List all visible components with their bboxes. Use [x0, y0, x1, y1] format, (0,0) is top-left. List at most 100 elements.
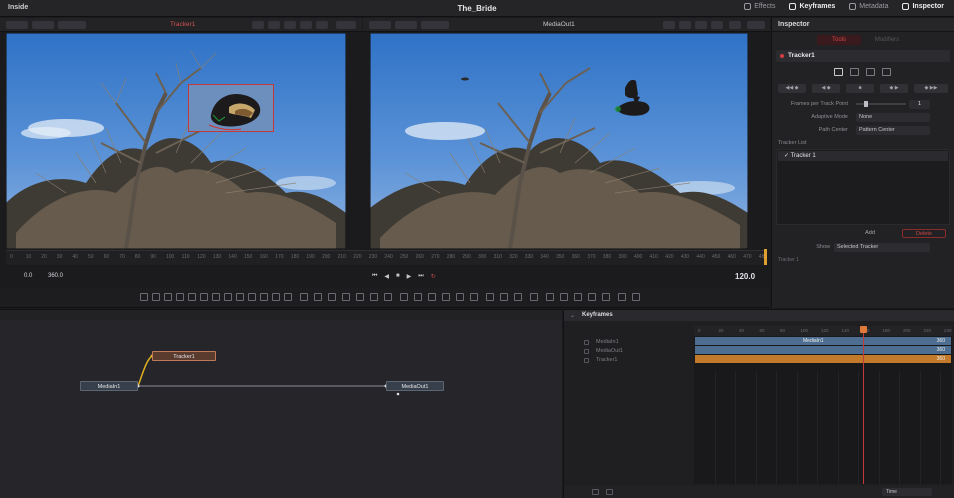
tool-icon[interactable] [470, 293, 478, 301]
tool-icon[interactable] [200, 293, 208, 301]
tool-icon[interactable] [370, 293, 378, 301]
keyframes-timeline[interactable]: 020406080100120140160180200220240 MediaI… [694, 326, 952, 484]
tool-icon[interactable] [500, 293, 508, 301]
tool-icon[interactable] [300, 293, 308, 301]
tool-icon[interactable] [212, 293, 220, 301]
fit-icon[interactable] [606, 489, 613, 495]
tool-icon[interactable] [414, 293, 422, 301]
node-media-out[interactable]: MediaOut1 [386, 381, 444, 391]
chevron-down-icon[interactable]: ⌄ [570, 312, 575, 319]
lut-select[interactable] [421, 21, 449, 29]
viewer-layout-button[interactable] [369, 21, 391, 29]
kf-track-media-in[interactable]: MediaIn1 [584, 338, 623, 347]
keyframes-toggle[interactable]: Keyframes [789, 3, 835, 10]
zoom-select[interactable] [395, 21, 417, 29]
timeline-ruler[interactable]: 0 10 20 30 40 50 60 70 80 90 100 110 120 130 140 150 160… [6, 250, 767, 265]
tool-icon[interactable] [486, 293, 494, 301]
node-tracker[interactable]: Tracker1 [152, 351, 216, 361]
tool-icon[interactable] [546, 293, 554, 301]
kf-bar-tracker[interactable]: 360 [695, 355, 951, 363]
tool-icon[interactable] [456, 293, 464, 301]
slider-handle[interactable] [864, 101, 868, 107]
frames-per-point-value[interactable]: 1 [909, 100, 930, 109]
timeline-playhead[interactable] [764, 249, 767, 265]
inspector-toggle[interactable]: Inspector [902, 3, 944, 10]
tool-icon[interactable] [514, 293, 522, 301]
track-forward-button[interactable]: ◆ ▶ [880, 84, 908, 93]
adaptive-mode-select[interactable]: None [856, 113, 930, 122]
view-option-button[interactable] [316, 21, 328, 29]
tool-icon[interactable] [260, 293, 268, 301]
play-button[interactable]: ▶ [407, 273, 412, 280]
kf-track-tracker[interactable]: Tracker1 [584, 356, 623, 365]
loop-button[interactable]: ↻ [431, 273, 436, 280]
operation-icon[interactable] [850, 68, 859, 76]
tool-icon[interactable] [328, 293, 336, 301]
tool-icon[interactable] [442, 293, 450, 301]
view-more-button[interactable] [336, 21, 356, 29]
view-more-button[interactable] [747, 21, 765, 29]
trackers-icon[interactable] [834, 68, 843, 76]
kf-bar-media-in[interactable]: MediaIn1 360 [695, 337, 951, 345]
view-option-button[interactable] [300, 21, 312, 29]
view-option-button[interactable] [679, 21, 691, 29]
lock-icon[interactable] [584, 340, 589, 345]
right-viewer[interactable] [370, 33, 748, 249]
tab-tools[interactable]: Tools [817, 35, 861, 45]
tab-modifiers[interactable]: Modifiers [865, 35, 909, 45]
tool-icon[interactable] [272, 293, 280, 301]
track-forward-from-start-button[interactable]: ◆ ▶▶ [914, 84, 948, 93]
tool-icon[interactable] [236, 293, 244, 301]
tool-icon[interactable] [314, 293, 322, 301]
tool-icon[interactable] [428, 293, 436, 301]
tool-icon[interactable] [560, 293, 568, 301]
tool-icon[interactable] [188, 293, 196, 301]
path-center-select[interactable]: Pattern Center [856, 126, 930, 135]
tool-icon[interactable] [176, 293, 184, 301]
lock-icon[interactable] [584, 358, 589, 363]
node-media-in[interactable]: MediaIn1 [80, 381, 138, 391]
settings-icon[interactable] [882, 68, 891, 76]
viewer-layout-button[interactable] [6, 21, 28, 29]
tool-icon[interactable] [164, 293, 172, 301]
view-option-button[interactable] [711, 21, 723, 29]
tool-icon[interactable] [152, 293, 160, 301]
kf-track-media-out[interactable]: MediaOut1 [584, 347, 623, 356]
node-editor[interactable]: MediaIn1 Tracker1 MediaOut1 [0, 309, 562, 498]
keyframes-ruler[interactable]: 020406080100120140160180200220240 [694, 326, 952, 336]
add-tracker-button[interactable]: Add [854, 229, 886, 238]
delete-tracker-button[interactable]: Delete [902, 229, 946, 238]
tool-icon[interactable] [588, 293, 596, 301]
go-to-end-button[interactable]: ⏭ [418, 273, 423, 280]
view-option-button[interactable] [663, 21, 675, 29]
metadata-toggle[interactable]: Metadata [849, 3, 888, 10]
show-select[interactable]: Selected Tracker [834, 243, 930, 252]
stop-tracking-button[interactable]: ■ [846, 84, 874, 93]
tracker-list-item[interactable]: ✓ Tracker 1 [778, 151, 948, 161]
tool-icon[interactable] [224, 293, 232, 301]
tool-icon[interactable] [248, 293, 256, 301]
track-reverse-button[interactable]: ◀ ◆ [812, 84, 840, 93]
view-option-button[interactable] [268, 21, 280, 29]
stop-button[interactable]: ■ [396, 273, 400, 280]
app-name[interactable]: Inside [8, 4, 28, 11]
frames-per-point-slider[interactable] [856, 101, 906, 107]
view-option-button[interactable] [284, 21, 296, 29]
play-reverse-button[interactable]: ◀ [384, 273, 389, 280]
lock-icon[interactable] [584, 349, 589, 354]
view-option-button[interactable] [729, 21, 741, 29]
current-time[interactable]: 120.0 [735, 272, 755, 281]
track-reverse-from-end-button[interactable]: ◀◀ ◆ [778, 84, 806, 93]
tool-icon[interactable] [618, 293, 626, 301]
left-viewer[interactable] [6, 33, 346, 249]
view-option-button[interactable] [252, 21, 264, 29]
tool-icon[interactable] [384, 293, 392, 301]
go-to-start-button[interactable]: ⏮ [372, 273, 377, 280]
tool-icon[interactable] [400, 293, 408, 301]
tool-icon[interactable] [602, 293, 610, 301]
tool-icon[interactable] [632, 293, 640, 301]
display-icon[interactable] [866, 68, 875, 76]
keyframes-playhead-handle[interactable] [860, 326, 867, 333]
start-time[interactable]: 0.0 [24, 273, 32, 279]
zoom-icon[interactable] [592, 489, 599, 495]
